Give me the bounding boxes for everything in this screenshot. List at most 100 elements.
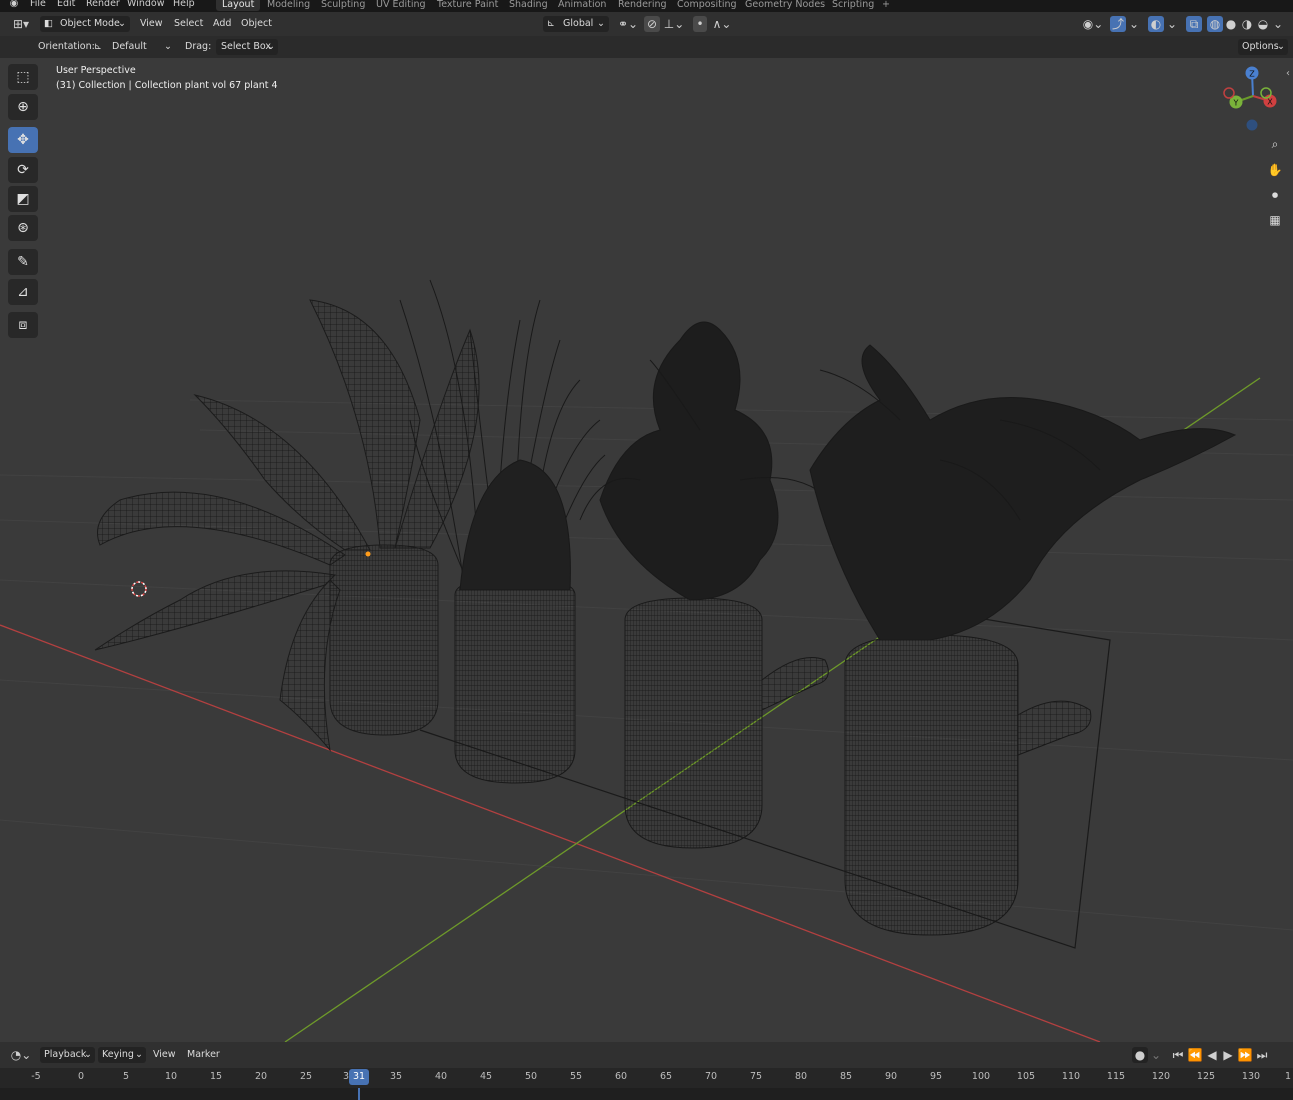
tick-label: 55	[569, 1071, 583, 1082]
menu-file[interactable]: File	[30, 0, 46, 10]
orientation-dropdown[interactable]: ⊾ Default ⌄	[92, 39, 176, 55]
viewport-scene[interactable]: Z X Y	[0, 58, 1293, 1042]
gizmo-toggle-icon[interactable]: ⤴	[1110, 16, 1126, 32]
timeline-track[interactable]	[0, 1088, 1293, 1100]
tick-label: 70	[704, 1071, 718, 1082]
grid-icon: ▦	[1269, 213, 1281, 227]
editor-type-icon[interactable]: ⊞▾	[8, 16, 34, 32]
chevron-down-icon[interactable]: ⌄	[1166, 16, 1178, 32]
playback-label: Playback	[44, 1049, 87, 1060]
play-icon[interactable]: ▶	[1220, 1047, 1236, 1063]
tab-texture-paint[interactable]: Texture Paint	[437, 0, 498, 11]
menu-object[interactable]: Object	[241, 16, 272, 32]
tab-geometry-nodes[interactable]: Geometry Nodes	[745, 0, 825, 11]
rendered-shading-icon[interactable]: ◒	[1255, 16, 1271, 32]
options-dropdown[interactable]: Options ⌄	[1238, 39, 1288, 55]
tab-rendering[interactable]: Rendering	[618, 0, 667, 11]
frame-ruler[interactable]: -5 0 5 10 15 20 25 3 35 40 45 50 55 60 6…	[0, 1068, 1293, 1088]
blender-logo-icon[interactable]: ◉	[6, 0, 22, 12]
drag-dropdown[interactable]: Select Box ⌄	[216, 39, 278, 55]
zoom-icon: ⌕	[1271, 137, 1279, 151]
chevron-down-icon[interactable]: ⌄	[1272, 16, 1284, 32]
tick-label: 95	[929, 1071, 943, 1082]
tab-compositing[interactable]: Compositing	[677, 0, 737, 11]
tick-label: 20	[254, 1071, 268, 1082]
menu-window[interactable]: Window	[127, 0, 164, 10]
clock-icon[interactable]: ◔⌄	[8, 1047, 34, 1063]
move-tool[interactable]: ✥	[8, 127, 38, 153]
select-box-icon: ⬚	[16, 69, 30, 85]
transform-orientation-dropdown[interactable]: ⊾ Global ⌄	[543, 16, 609, 32]
mode-selector[interactable]: ◧ Object Mode ⌄	[40, 16, 130, 32]
menu-edit[interactable]: Edit	[57, 0, 75, 10]
keying-dropdown[interactable]: Keying ⌄	[98, 1047, 146, 1063]
timeline-menu-marker[interactable]: Marker	[187, 1047, 220, 1063]
timeline-menu-view[interactable]: View	[153, 1047, 176, 1063]
tab-uv-editing[interactable]: UV Editing	[376, 0, 426, 11]
sidebar-toggle-icon[interactable]: ‹	[1286, 68, 1290, 79]
solid-shading-icon[interactable]: ●	[1223, 16, 1239, 32]
snap-icon[interactable]: ⊘	[644, 16, 660, 32]
play-reverse-icon[interactable]: ◀	[1204, 1047, 1220, 1063]
select-box-tool[interactable]: ⬚	[8, 64, 38, 90]
annotate-icon: ✎	[17, 254, 29, 270]
tick-label: 90	[884, 1071, 898, 1082]
visibility-icon[interactable]: ◉⌄	[1080, 16, 1106, 32]
transform-tool[interactable]: ⊛	[8, 215, 38, 241]
overlays-icon[interactable]: ◐	[1148, 16, 1164, 32]
camera-view-button[interactable]: ⏺	[1264, 185, 1286, 205]
prev-keyframe-icon[interactable]: ⏪	[1186, 1047, 1204, 1063]
add-cube-tool[interactable]: ⧈	[8, 312, 38, 338]
material-shading-icon[interactable]: ◑	[1239, 16, 1255, 32]
menu-render[interactable]: Render	[86, 0, 120, 10]
tick-label: 125	[1196, 1071, 1216, 1082]
snap-target-icon[interactable]: ⊥⌄	[661, 16, 687, 32]
chevron-down-icon: ⌄	[164, 41, 172, 52]
tab-animation[interactable]: Animation	[558, 0, 606, 11]
wireframe-shading-icon[interactable]: ◍	[1207, 16, 1223, 32]
falloff-icon[interactable]: ∧⌄	[709, 16, 735, 32]
playback-dropdown[interactable]: Playback ⌄	[40, 1047, 95, 1063]
jump-end-icon[interactable]: ⏭	[1254, 1047, 1270, 1063]
tick-label: 120	[1151, 1071, 1171, 1082]
plant-3	[579, 321, 831, 849]
menu-select[interactable]: Select	[174, 16, 203, 32]
chevron-down-icon: ⌄	[135, 1049, 143, 1060]
current-frame-indicator[interactable]: 31	[349, 1069, 369, 1085]
pivot-icon[interactable]: ⚭⌄	[616, 16, 640, 32]
3d-cursor[interactable]	[131, 581, 147, 597]
add-workspace-button[interactable]: +	[882, 0, 890, 11]
menu-help[interactable]: Help	[173, 0, 195, 10]
zoom-button[interactable]: ⌕	[1264, 134, 1286, 154]
cursor-tool[interactable]: ⊕	[8, 94, 38, 120]
rotate-tool[interactable]: ⟳	[8, 157, 38, 183]
tab-modeling[interactable]: Modeling	[267, 0, 310, 11]
tab-shading[interactable]: Shading	[509, 0, 548, 11]
chevron-down-icon: ⌄	[84, 1049, 92, 1060]
viewport-collection-label: (31) Collection | Collection plant vol 6…	[56, 80, 278, 91]
playhead-line[interactable]	[358, 1088, 360, 1100]
3d-viewport[interactable]: Z X Y User Perspective (31) Collection |…	[0, 58, 1293, 1042]
proportional-edit-icon[interactable]: •	[693, 16, 707, 32]
chevron-down-icon[interactable]: ⌄	[1128, 16, 1140, 32]
record-icon[interactable]: ●	[1132, 1047, 1148, 1063]
jump-start-icon[interactable]: ⏮	[1170, 1047, 1186, 1063]
timeline-editor: ◔⌄ Playback ⌄ Keying ⌄ View Marker ● ⌄ ⏮…	[0, 1042, 1293, 1100]
pan-button[interactable]: ✋	[1264, 160, 1286, 180]
annotate-tool[interactable]: ✎	[8, 249, 38, 275]
tab-layout[interactable]: Layout	[216, 0, 261, 11]
tab-scripting[interactable]: Scripting	[832, 0, 874, 11]
scale-tool[interactable]: ◩	[8, 186, 38, 212]
chevron-down-icon[interactable]: ⌄	[1150, 1047, 1162, 1063]
measure-tool[interactable]: ⊿	[8, 279, 38, 305]
tab-sculpting[interactable]: Sculpting	[321, 0, 365, 11]
tick-label: 65	[659, 1071, 673, 1082]
ortho-toggle-button[interactable]: ▦	[1264, 210, 1286, 230]
menu-add[interactable]: Add	[213, 16, 231, 32]
next-keyframe-icon[interactable]: ⏩	[1236, 1047, 1254, 1063]
hand-icon: ✋	[1267, 163, 1283, 177]
xray-icon[interactable]: ⧉	[1186, 16, 1202, 32]
menu-view[interactable]: View	[140, 16, 163, 32]
tick-label: 60	[614, 1071, 628, 1082]
add-cube-icon: ⧈	[18, 317, 28, 333]
